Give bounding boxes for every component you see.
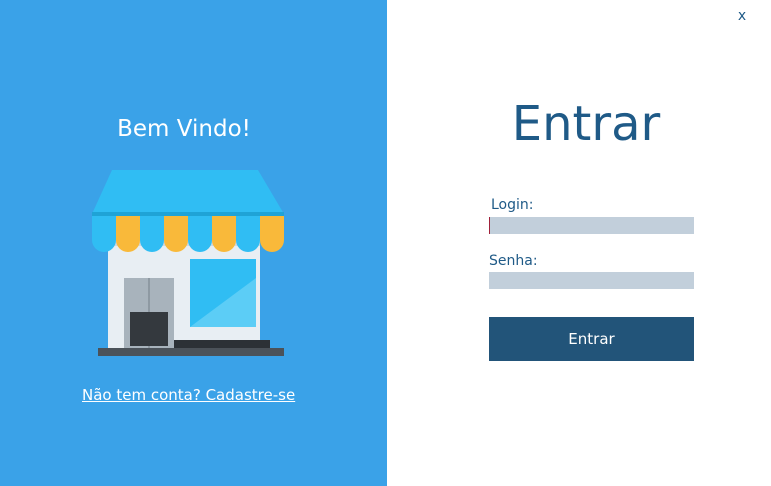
close-button[interactable]: x (733, 6, 751, 26)
welcome-panel: Bem Vindo! Não tem conta? Cadastre-se (0, 0, 387, 486)
welcome-heading: Bem Vindo! (117, 116, 251, 142)
form-title: Entrar (511, 96, 661, 152)
password-label: Senha: (489, 253, 538, 269)
storefront-icon (92, 170, 284, 356)
password-input[interactable] (489, 272, 694, 289)
login-label: Login: (491, 197, 534, 213)
login-window: Bem Vindo! Não tem conta? Cadastre-se x … (0, 0, 771, 486)
login-input[interactable] (489, 217, 694, 234)
login-button[interactable]: Entrar (489, 317, 694, 361)
signup-link[interactable]: Não tem conta? Cadastre-se (82, 385, 295, 405)
